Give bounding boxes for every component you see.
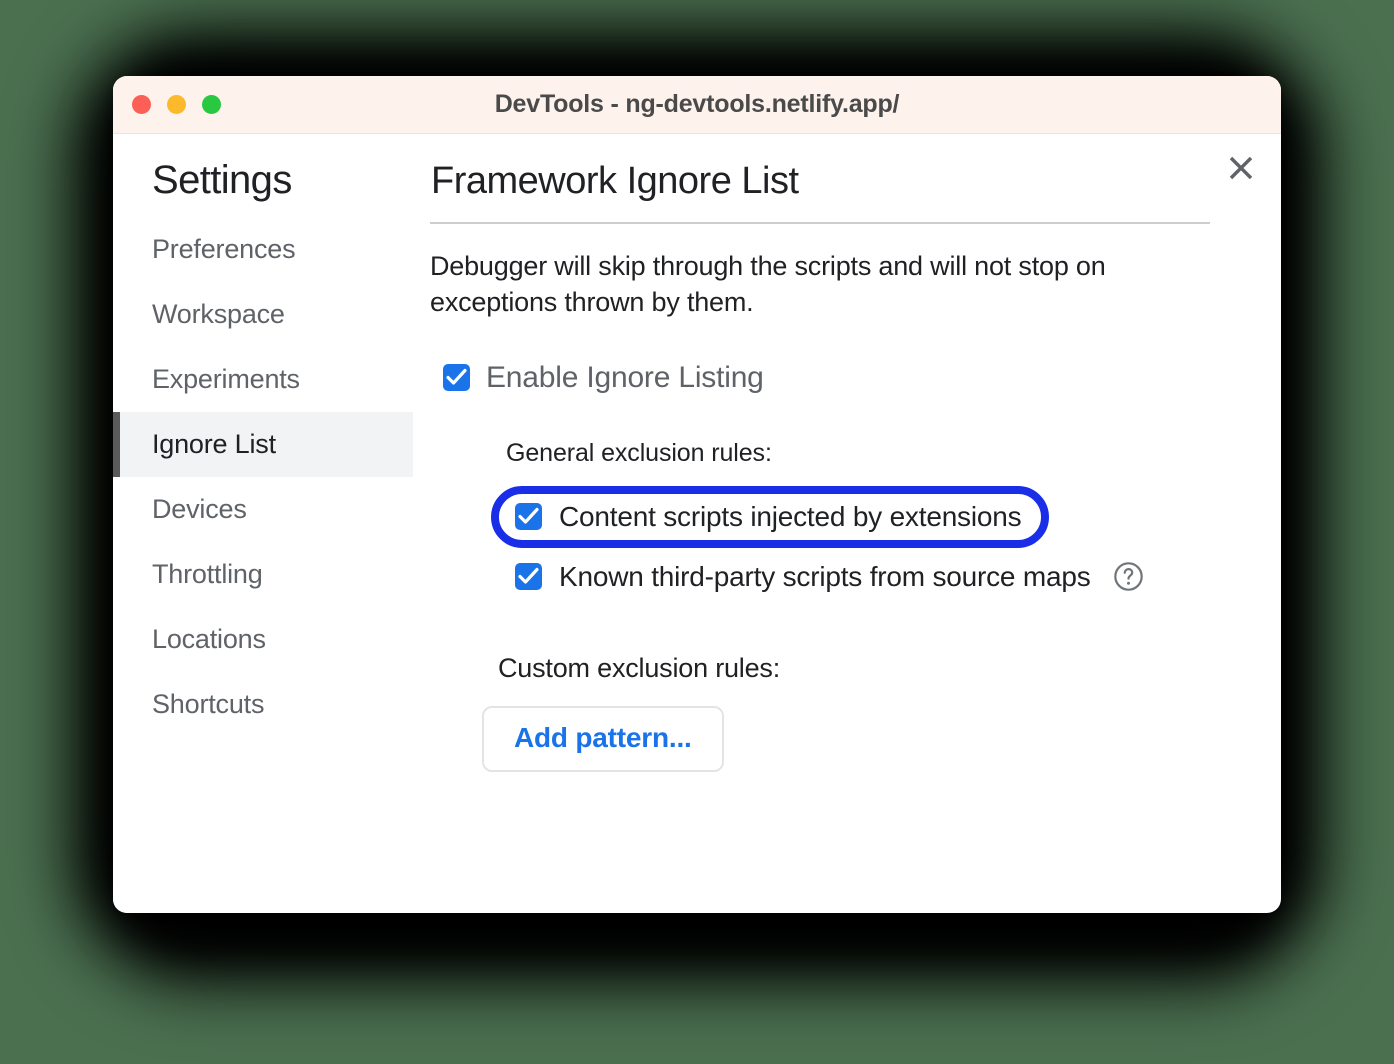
third-party-scripts-checkbox[interactable] <box>515 563 542 591</box>
devtools-window: DevTools - ng-devtools.netlify.app/ Sett… <box>113 76 1281 913</box>
sidebar-item-throttling[interactable]: Throttling <box>113 542 413 607</box>
window-minimize-button[interactable] <box>167 95 186 114</box>
settings-sidebar: Settings Preferences Workspace Experimen… <box>113 134 413 913</box>
checkmark-icon <box>446 369 467 385</box>
settings-heading: Settings <box>152 158 292 202</box>
add-pattern-button[interactable]: Add pattern... <box>482 705 724 772</box>
traffic-light-group <box>113 95 221 114</box>
close-settings-button[interactable] <box>1219 146 1263 190</box>
third-party-scripts-label: Known third-party scripts from source ma… <box>559 560 1091 592</box>
window-titlebar: DevTools - ng-devtools.netlify.app/ <box>113 76 1281 134</box>
sidebar-item-label: Locations <box>152 624 266 654</box>
sidebar-item-label: Experiments <box>152 364 300 394</box>
sidebar-item-shortcuts[interactable]: Shortcuts <box>113 672 413 737</box>
sidebar-item-label: Throttling <box>152 559 263 589</box>
help-icon[interactable] <box>1113 561 1144 592</box>
window-title: DevTools - ng-devtools.netlify.app/ <box>494 90 900 118</box>
settings-nav-list: Preferences Workspace Experiments Ignore… <box>113 217 413 737</box>
content-scripts-label: Content scripts injected by extensions <box>559 500 1022 532</box>
sidebar-item-experiments[interactable]: Experiments <box>113 347 413 412</box>
enable-ignore-listing-checkbox[interactable] <box>443 364 470 392</box>
enable-ignore-listing-label: Enable Ignore Listing <box>486 360 764 394</box>
general-exclusion-rules-group: Content scripts injected by extensions K… <box>430 485 1245 593</box>
content-scripts-highlight-wrapper: Content scripts injected by extensions <box>491 485 1050 548</box>
sidebar-item-label: Devices <box>152 494 247 524</box>
sidebar-item-locations[interactable]: Locations <box>113 607 413 672</box>
sidebar-item-label: Ignore List <box>152 429 276 459</box>
panel-description: Debugger will skip through the scripts a… <box>430 251 1106 317</box>
checkmark-icon <box>518 508 539 524</box>
sidebar-item-ignore-list[interactable]: Ignore List <box>113 412 413 477</box>
title-divider <box>430 222 1210 224</box>
close-icon <box>1229 156 1253 180</box>
content-scripts-row[interactable]: Content scripts injected by extensions <box>491 486 1049 548</box>
sidebar-item-label: Workspace <box>152 299 285 329</box>
content-scripts-checkbox[interactable] <box>515 503 542 531</box>
window-close-button[interactable] <box>132 95 151 114</box>
sidebar-item-workspace[interactable]: Workspace <box>113 282 413 347</box>
page-title: Framework Ignore List <box>431 160 799 202</box>
checkmark-icon <box>518 568 539 584</box>
custom-exclusion-rules-label: Custom exclusion rules: <box>498 652 781 683</box>
sidebar-item-label: Preferences <box>152 234 296 264</box>
sidebar-item-preferences[interactable]: Preferences <box>113 217 413 282</box>
sidebar-item-devices[interactable]: Devices <box>113 477 413 542</box>
window-maximize-button[interactable] <box>202 95 221 114</box>
general-exclusion-rules-label: General exclusion rules: <box>506 438 772 467</box>
settings-main-panel: Framework Ignore List Debugger will skip… <box>413 134 1281 913</box>
sidebar-item-label: Shortcuts <box>152 689 265 719</box>
third-party-scripts-row[interactable]: Known third-party scripts from source ma… <box>506 561 1245 593</box>
enable-ignore-listing-row[interactable]: Enable Ignore Listing <box>430 361 1245 395</box>
settings-dialog-body: Settings Preferences Workspace Experimen… <box>113 134 1281 913</box>
